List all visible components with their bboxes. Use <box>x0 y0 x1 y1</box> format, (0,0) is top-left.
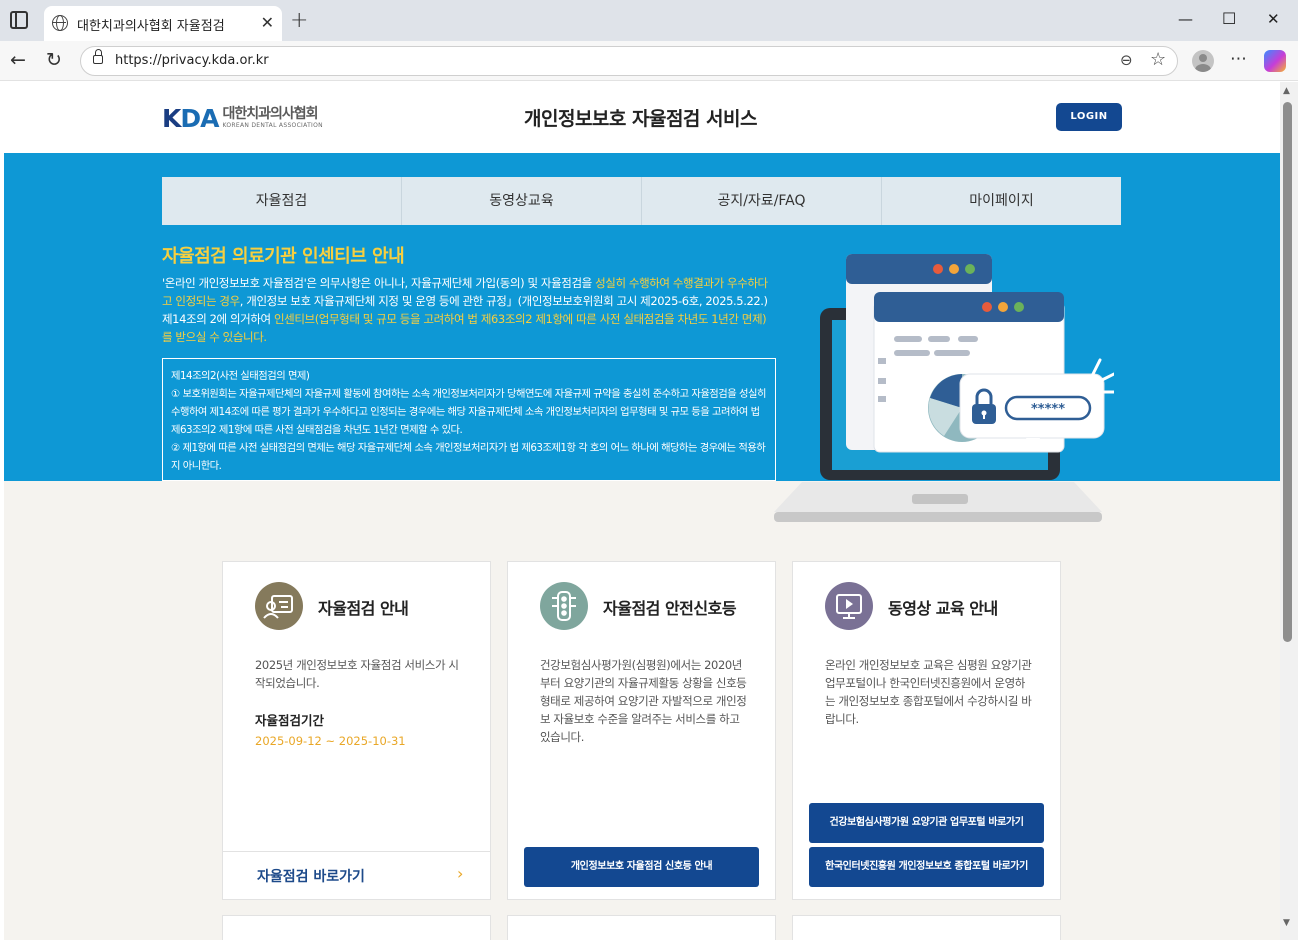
nav-item-mypage[interactable]: 마이페이지 <box>882 177 1121 225</box>
card-title: 자율점검 안내 <box>318 599 409 618</box>
window-close-icon[interactable]: ✕ <box>1267 10 1280 28</box>
nav-item-video-education[interactable]: 동영상교육 <box>402 177 642 225</box>
tab-title: 대한치과의사협회 자율점검 <box>77 19 225 34</box>
chevron-right-icon[interactable]: › <box>457 864 463 883</box>
password-mask: ***** <box>1031 402 1065 417</box>
hero-heading: 자율점검 의료기관 인센티브 안내 <box>162 246 405 267</box>
nav-item-self-check[interactable]: 자율점검 <box>162 177 402 225</box>
card-video-education: 동영상 교육 안내 온라인 개인정보보호 교육은 심평원 요양기관 업무포털이나… <box>792 561 1061 900</box>
star-icon[interactable]: ☆ <box>1150 49 1166 70</box>
url-text[interactable]: https://privacy.kda.or.kr <box>115 53 269 68</box>
login-button[interactable]: LOGIN <box>1056 103 1122 131</box>
browser-tab[interactable]: 대한치과의사협회 자율점검 ✕ <box>44 6 282 41</box>
plus-icon[interactable]: + <box>290 8 308 33</box>
hira-portal-button[interactable]: 건강보험심사평가원 요양기관 업무포털 바로가기 <box>809 803 1044 843</box>
video-icon <box>825 582 873 630</box>
more-icon[interactable]: ⋯ <box>1230 49 1247 69</box>
browser-tab-bar: 대한치과의사협회 자율점검 ✕ + — ☐ ✕ <box>0 0 1298 41</box>
certificate-icon <box>255 582 303 630</box>
copilot-icon[interactable] <box>1264 50 1286 72</box>
traffic-light-icon <box>540 582 588 630</box>
check-period-label: 자율점검기간 <box>255 713 325 728</box>
main-nav: 자율점검 동영상교육 공지/자료/FAQ 마이페이지 <box>162 177 1121 225</box>
article-box: 제14조의2(사전 실태점검의 면제) ① 보호위원회는 자율규제단체의 자율규… <box>162 358 776 481</box>
card-next-row <box>222 915 491 940</box>
tab-strip-icon[interactable] <box>10 11 28 29</box>
article-clause-2: ② 제1항에 따른 사전 실태점검의 면제는 해당 자율규제단체 소속 개인정보… <box>171 442 766 472</box>
back-icon[interactable]: ← <box>10 49 26 71</box>
scroll-down-icon[interactable]: ▼ <box>1283 918 1290 928</box>
self-check-link-row[interactable]: 자율점검 바로가기 › <box>223 851 490 900</box>
zoom-icon[interactable]: ⊖ <box>1120 51 1133 69</box>
site-header: KDA 대한치과의사협회 KOREAN DENTAL ASSOCIATION 개… <box>4 82 1280 153</box>
minimize-icon[interactable]: — <box>1178 10 1193 28</box>
card-title: 자율점검 안전신호등 <box>603 599 737 618</box>
address-bar[interactable]: https://privacy.kda.or.kr ⊖ ☆ <box>80 46 1178 76</box>
card-self-check-guide: 자율점검 안내 2025년 개인정보보호 자율점검 서비스가 시작되었습니다. … <box>222 561 491 900</box>
page-title: 개인정보보호 자율점검 서비스 <box>524 108 757 130</box>
page-viewport: KDA 대한치과의사협회 KOREAN DENTAL ASSOCIATION 개… <box>4 82 1280 940</box>
nav-item-notice-faq[interactable]: 공지/자료/FAQ <box>642 177 882 225</box>
article-title: 제14조의2(사전 실태점검의 면제) <box>171 370 310 382</box>
logo-korean: 대한치과의사협회 <box>222 106 318 122</box>
profile-icon[interactable] <box>1192 50 1214 72</box>
scroll-thumb[interactable] <box>1283 102 1292 642</box>
logo-mark: KDA <box>162 104 219 133</box>
logo-text: 대한치과의사협회 KOREAN DENTAL ASSOCIATION <box>222 107 322 130</box>
maximize-icon[interactable]: ☐ <box>1222 9 1236 28</box>
hero-body-text-1: '온라인 개인정보보호 자율점검'은 의무사항은 아니나, 자율규제단체 가입(… <box>162 276 596 290</box>
logo-english: KOREAN DENTAL ASSOCIATION <box>222 122 323 129</box>
check-period-date: 2025-09-12 ~ 2025-10-31 <box>255 734 406 748</box>
kisa-portal-button[interactable]: 한국인터넷진흥원 개인정보보호 종합포털 바로가기 <box>809 847 1044 887</box>
card-title: 동영상 교육 안내 <box>888 599 998 618</box>
card-traffic-light: 자율점검 안전신호등 건강보험심사평가원(심평원)에서는 2020년 부터 요양… <box>507 561 776 900</box>
hero-body: '온라인 개인정보보호 자율점검'은 의무사항은 아니나, 자율규제단체 가입(… <box>162 274 770 346</box>
article-clause-1: ① 보호위원회는 자율규제단체의 자율규제 활동에 참여하는 소속 개인정보처리… <box>171 388 766 436</box>
globe-icon <box>52 15 68 31</box>
card-description: 온라인 개인정보보호 교육은 심평원 요양기관 업무포털이나 한국인터넷진흥원에… <box>825 658 1032 726</box>
card-next-row <box>507 915 776 940</box>
refresh-icon[interactable]: ↻ <box>46 49 62 71</box>
security-laptop-illustration: ***** <box>774 254 1114 522</box>
close-icon[interactable]: ✕ <box>261 13 274 32</box>
page-scrollbar[interactable]: ▲ ▼ <box>1280 82 1298 940</box>
card-description: 건강보험심사평가원(심평원)에서는 2020년 부터 요양기관의 자율규제활동 … <box>540 658 747 744</box>
card-next-row <box>792 915 1061 940</box>
kda-logo[interactable]: KDA 대한치과의사협회 KOREAN DENTAL ASSOCIATION <box>162 104 323 133</box>
card-description: 2025년 개인정보보호 자율점검 서비스가 시작되었습니다. <box>255 658 459 690</box>
scroll-up-icon[interactable]: ▲ <box>1283 86 1290 96</box>
browser-toolbar: ← ↻ https://privacy.kda.or.kr ⊖ ☆ ⋯ <box>0 41 1298 81</box>
lock-icon[interactable] <box>93 49 103 64</box>
traffic-light-guide-button[interactable]: 개인정보보호 자율점검 신호등 안내 <box>524 847 759 887</box>
self-check-link[interactable]: 자율점검 바로가기 <box>257 866 365 886</box>
